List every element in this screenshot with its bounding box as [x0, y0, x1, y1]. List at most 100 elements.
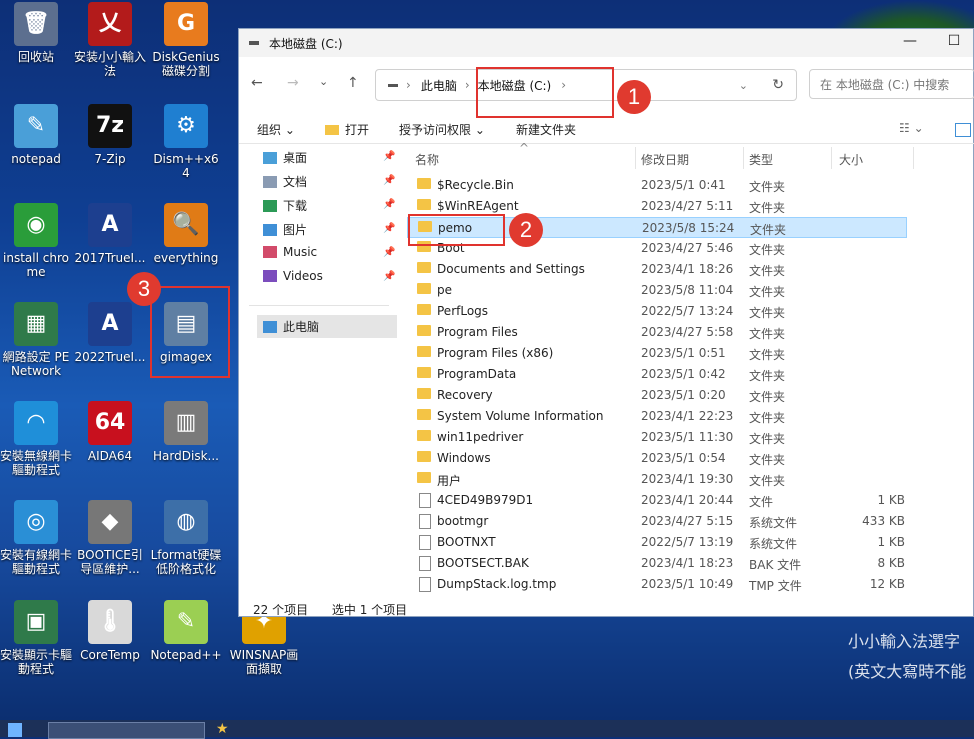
- file-name: BOOTNXT: [437, 535, 496, 549]
- nav-item[interactable]: 图片: [263, 221, 307, 238]
- desktop-icon[interactable]: A 2022TrueI...: [74, 302, 146, 364]
- desktop-icon[interactable]: ▣ 安裝顯示卡驅動程式: [0, 600, 72, 676]
- file-name: win11pedriver: [437, 430, 524, 444]
- app-icon: 🌡: [88, 600, 132, 644]
- new-folder-button[interactable]: 新建文件夹: [516, 121, 576, 138]
- file-date: 2023/4/27 5:15: [641, 514, 734, 528]
- start-button-icon[interactable]: [8, 723, 22, 737]
- file-row[interactable]: 用户 2023/4/1 19:30 文件夹: [407, 469, 907, 490]
- nav-item[interactable]: 此电脑: [257, 315, 397, 338]
- nav-item-label: 桌面: [283, 151, 308, 165]
- nav-item[interactable]: 文档: [263, 173, 307, 190]
- desktop-icon[interactable]: ◎ 安裝有線網卡驅動程式: [0, 500, 72, 576]
- toolbar-divider: [239, 143, 974, 144]
- nav-item[interactable]: Videos: [263, 269, 323, 283]
- nav-item[interactable]: 下载: [263, 197, 307, 214]
- column-headers: 名称 ^ 修改日期 类型 大小: [407, 141, 974, 171]
- view-options-icon[interactable]: ☷ ⌄: [899, 121, 924, 135]
- file-row[interactable]: bootmgr 2023/4/27 5:15 系统文件 433 KB: [407, 511, 907, 532]
- file-icon: [419, 577, 431, 592]
- file-row[interactable]: PerfLogs 2022/5/7 13:24 文件夹: [407, 301, 907, 322]
- nav-item[interactable]: Music: [263, 245, 317, 259]
- pin-icon[interactable]: 📌: [383, 223, 395, 234]
- organize-button[interactable]: 组织 ⌄: [257, 121, 295, 138]
- file-row[interactable]: BOOTNXT 2022/5/7 13:19 系统文件 1 KB: [407, 532, 907, 553]
- address-dropdown-icon[interactable]: ⌄: [739, 79, 748, 92]
- nav-item-label: Music: [283, 245, 318, 259]
- desktop-icon[interactable]: 乂安装小小輸入法: [74, 2, 146, 78]
- folder-icon: [417, 451, 431, 462]
- desktop-icon[interactable]: 🗑 回收站: [0, 2, 72, 64]
- nav-item[interactable]: 桌面: [263, 149, 307, 166]
- file-row[interactable]: ProgramData 2023/5/1 0:42 文件夹: [407, 364, 907, 385]
- file-row[interactable]: Recovery 2023/5/1 0:20 文件夹: [407, 385, 907, 406]
- desktop-icon[interactable]: ⚙ Dism++x64: [150, 104, 222, 180]
- file-type: 文件夹: [749, 453, 786, 467]
- file-row[interactable]: Windows 2023/5/1 0:54 文件夹: [407, 448, 907, 469]
- back-arrow-icon[interactable]: ←: [251, 75, 263, 91]
- desktop-icon[interactable]: ◠ 安裝無線網卡驅動程式: [0, 401, 72, 477]
- file-date: 2023/5/1 0:20: [641, 388, 726, 402]
- file-row[interactable]: BOOTSECT.BAK 2023/4/1 18:23 BAK 文件 8 KB: [407, 553, 907, 574]
- desktop-icon[interactable]: 7z 7-Zip: [74, 104, 146, 166]
- pin-icon[interactable]: 📌: [383, 271, 395, 282]
- title-bar[interactable]: 本地磁盘 (C:) — ☐: [239, 29, 973, 57]
- file-size: 8 KB: [877, 556, 905, 570]
- file-row[interactable]: Documents and Settings 2023/4/1 18:26 文件夹: [407, 259, 907, 280]
- column-size[interactable]: 大小: [839, 151, 863, 168]
- preview-pane-icon[interactable]: [955, 123, 971, 137]
- desktop-icon[interactable]: 🔍 everything: [150, 203, 222, 265]
- desktop-icon[interactable]: 64 AIDA64: [74, 401, 146, 463]
- pin-icon[interactable]: 📌: [383, 151, 395, 162]
- app-icon: ▥: [164, 401, 208, 445]
- refresh-icon[interactable]: ↻: [772, 77, 784, 93]
- file-row[interactable]: Program Files 2023/4/27 5:58 文件夹: [407, 322, 907, 343]
- column-type[interactable]: 类型: [749, 151, 773, 168]
- file-date: 2022/5/7 13:24: [641, 304, 734, 318]
- file-name: BOOTSECT.BAK: [437, 556, 529, 570]
- desktop-icon[interactable]: ✎ notepad: [0, 104, 72, 166]
- nav-item-icon: [263, 270, 277, 282]
- file-date: 2023/5/8 15:24: [642, 221, 735, 235]
- minimize-button[interactable]: —: [895, 33, 925, 53]
- desktop-icon-label: HardDisk...: [153, 449, 219, 463]
- column-name[interactable]: 名称: [415, 151, 439, 168]
- taskbar-explorer-button[interactable]: [48, 722, 205, 739]
- desktop-icon[interactable]: ◍ Lformat硬碟低阶格式化: [150, 500, 222, 576]
- column-date[interactable]: 修改日期: [641, 151, 689, 168]
- maximize-button[interactable]: ☐: [939, 33, 969, 53]
- grant-access-button[interactable]: 授予访问权限 ⌄: [399, 121, 485, 138]
- annotation-badge-3: 3: [127, 272, 161, 306]
- forward-arrow-icon[interactable]: →: [287, 75, 299, 91]
- pin-icon[interactable]: 📌: [383, 199, 395, 210]
- search-input[interactable]: 在 本地磁盘 (C:) 中搜索: [809, 69, 974, 99]
- column-divider[interactable]: [831, 147, 832, 169]
- desktop-icon[interactable]: ✎ Notepad++: [150, 600, 222, 662]
- file-name: pe: [437, 283, 452, 297]
- file-row[interactable]: 4CED49B979D1 2023/4/1 20:44 文件 1 KB: [407, 490, 907, 511]
- folder-icon: [417, 262, 431, 273]
- file-row[interactable]: $Recycle.Bin 2023/5/1 0:41 文件夹: [407, 175, 907, 196]
- file-row[interactable]: pe 2023/5/8 11:04 文件夹: [407, 280, 907, 301]
- desktop-icon[interactable]: ◆ BOOTICE引导區維护...: [74, 500, 146, 576]
- column-divider[interactable]: [635, 147, 636, 169]
- taskbar-star-icon[interactable]: ★: [216, 721, 229, 737]
- column-divider[interactable]: [743, 147, 744, 169]
- pin-icon[interactable]: 📌: [383, 175, 395, 186]
- file-row[interactable]: win11pedriver 2023/5/1 11:30 文件夹: [407, 427, 907, 448]
- desktop-icon[interactable]: A 2017TrueI...: [74, 203, 146, 265]
- desktop-icon[interactable]: ▦ 網路設定 PENetwork: [0, 302, 72, 378]
- file-row[interactable]: Program Files (x86) 2023/5/1 0:51 文件夹: [407, 343, 907, 364]
- desktop-icon[interactable]: ▥ HardDisk...: [150, 401, 222, 463]
- column-divider[interactable]: [913, 147, 914, 169]
- file-row[interactable]: DumpStack.log.tmp 2023/5/1 10:49 TMP 文件 12 …: [407, 574, 907, 595]
- desktop-icon[interactable]: G DiskGenius 磁碟分割: [150, 2, 222, 78]
- desktop-icon[interactable]: 🌡 CoreTemp: [74, 600, 146, 662]
- pin-icon[interactable]: 📌: [383, 247, 395, 258]
- open-button[interactable]: 打开: [345, 121, 369, 138]
- file-row[interactable]: System Volume Information 2023/4/1 22:23 文…: [407, 406, 907, 427]
- breadcrumb-this-pc[interactable]: 此电脑: [421, 77, 457, 94]
- desktop-icon[interactable]: ◉ install chrome: [0, 203, 72, 279]
- recent-chevron-icon[interactable]: ⌄: [319, 75, 328, 88]
- up-arrow-icon[interactable]: ↑: [347, 75, 359, 91]
